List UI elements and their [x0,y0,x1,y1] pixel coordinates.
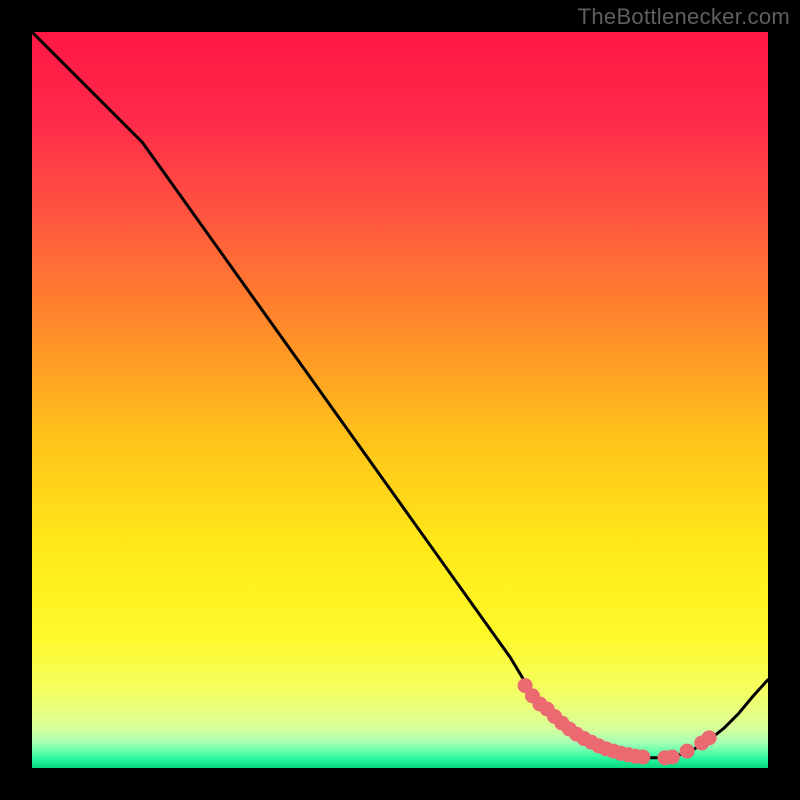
highlight-dot [702,730,717,745]
highlight-dot [635,749,650,764]
chart-frame: TheBottlenecker.com [0,0,800,800]
watermark-text: TheBottlenecker.com [578,4,790,30]
highlight-dot [680,744,695,759]
plot-area [32,32,768,768]
highlight-dot [665,749,680,764]
chart-svg [32,32,768,768]
